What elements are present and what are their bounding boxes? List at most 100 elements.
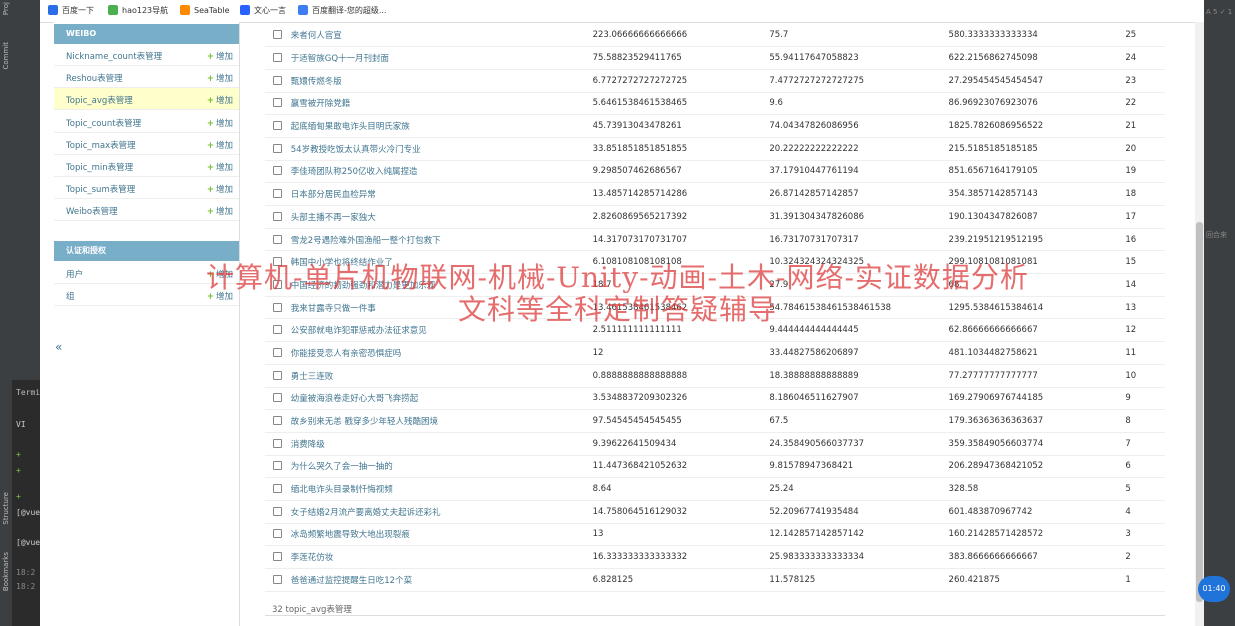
value-cell: 239.21951219512195: [948, 228, 1126, 252]
row-checkbox[interactable]: [273, 166, 283, 176]
row-checkbox[interactable]: [273, 30, 283, 40]
row-title-link[interactable]: 幼童被海浪卷走好心大哥飞奔捞起: [291, 394, 419, 404]
row-checkbox[interactable]: [273, 53, 283, 63]
add-model-link[interactable]: + 增加: [207, 50, 233, 62]
row-checkbox[interactable]: [273, 574, 283, 584]
row-title-link[interactable]: 李佳琦团队称250亿收入纯属捏造: [291, 167, 418, 177]
row-checkbox[interactable]: [273, 506, 283, 516]
row-title-link[interactable]: 冰岛频繁地震导致大地出现裂痕: [291, 530, 410, 540]
value-cell: 45.73913043478261: [592, 114, 770, 138]
structure-tab[interactable]: Structure: [2, 492, 10, 525]
row-title-link[interactable]: 雪龙2号遇险难外国渔船一整个打包救下: [291, 236, 441, 246]
value-cell: 25.24: [769, 477, 949, 501]
recording-timer[interactable]: 01:40: [1198, 576, 1230, 602]
weibo-module-header[interactable]: WEIBO: [54, 24, 239, 44]
row-checkbox[interactable]: [273, 484, 283, 494]
row-title-link[interactable]: 日本部分居民血检异常: [291, 190, 376, 200]
value-cell: 7.4772727272727275: [769, 69, 949, 93]
table-row: 雪龙2号遇险难外国渔船一整个打包救下 14.317073170731707 16.7…: [265, 228, 1165, 252]
paw-icon: [48, 5, 58, 15]
bookmarks-tab[interactable]: Bookmarks: [2, 552, 10, 591]
value-cell: 33.851851851851855: [592, 137, 770, 161]
value-cell: 67.5: [769, 409, 949, 433]
model-link[interactable]: Weibo表管理: [66, 205, 118, 217]
row-checkbox[interactable]: [273, 393, 283, 403]
value-cell: 14.317073170731707: [592, 228, 770, 252]
bookmark-hao123[interactable]: hao123导航: [108, 5, 168, 16]
flame-icon: [180, 5, 190, 15]
row-title-link[interactable]: 故乡别来无恙 戳穿多少年轻人残酷困境: [291, 417, 438, 427]
add-model-link[interactable]: + 增加: [207, 139, 233, 151]
value-cell: 20.22222222222222: [769, 137, 949, 161]
table-row: 54岁教授吃饭太认真带火冷门专业 33.851851851851855 20.222…: [265, 137, 1165, 161]
model-link[interactable]: Topic_count表管理: [66, 117, 141, 129]
plus-icon: +: [206, 207, 214, 218]
add-model-link[interactable]: + 增加: [207, 117, 233, 129]
row-title-link[interactable]: 你能接受恋人有亲密恐惧症吗: [291, 349, 402, 359]
table-row: 日本部分居民血检异常 13.485714285714286 26.871428571…: [265, 182, 1165, 206]
table-row: 来者何人官宣 223.06666666666666 75.7 580.33333333…: [265, 24, 1165, 48]
row-checkbox[interactable]: [273, 75, 283, 85]
add-model-link[interactable]: + 增加: [207, 94, 233, 106]
project-tab[interactable]: Proj: [2, 2, 10, 15]
row-checkbox[interactable]: [273, 529, 283, 539]
model-link[interactable]: Topic_avg表管理: [66, 94, 133, 106]
row-checkbox[interactable]: [273, 461, 283, 471]
add-model-link[interactable]: + 增加: [207, 205, 233, 217]
value-cell: 75.58823529411765: [592, 46, 770, 70]
row-title-link[interactable]: 头部主播不再一家独大: [291, 213, 376, 223]
row-title-link[interactable]: 消费降级: [291, 440, 325, 450]
bookmark-wenxin[interactable]: 文心一言: [240, 5, 286, 16]
row-title-link[interactable]: 李莲花仿妆: [291, 553, 334, 563]
value-cell: 383.8666666666667: [948, 545, 1126, 569]
table-row: 起底缅甸果敢电诈头目明氏家族 45.73913043478261 74.043478…: [265, 114, 1165, 138]
row-select-cell: [265, 69, 291, 93]
model-link[interactable]: Topic_min表管理: [66, 161, 133, 173]
row-checkbox[interactable]: [273, 211, 283, 221]
row-checkbox[interactable]: [273, 234, 283, 244]
model-link[interactable]: Reshou表管理: [66, 72, 123, 84]
add-label: 增加: [215, 140, 233, 151]
row-title-link[interactable]: 勇士三连败: [291, 372, 334, 382]
id-cell: 10: [1125, 364, 1165, 388]
row-checkbox[interactable]: [273, 347, 283, 357]
bookmark-baidu[interactable]: 百度一下: [48, 5, 94, 16]
row-checkbox[interactable]: [273, 438, 283, 448]
value-cell: 74.04347826086956: [769, 114, 949, 138]
row-checkbox[interactable]: [273, 121, 283, 131]
row-title-link[interactable]: 54岁教授吃饭太认真带火冷门专业: [291, 145, 421, 155]
sidebar-model-row: Nickname_count表管理 + 增加: [54, 44, 239, 66]
row-title-link[interactable]: 赢雪被开除党籍: [291, 99, 351, 109]
row-title-link[interactable]: 女子结婚2月流产要离婚丈夫起诉还彩礼: [291, 508, 441, 518]
model-link[interactable]: Nickname_count表管理: [66, 50, 162, 62]
id-cell: 18: [1125, 182, 1165, 206]
add-label: 增加: [215, 163, 233, 173]
row-title-link[interactable]: 缅北电诈头目录制忏悔视频: [291, 485, 393, 495]
model-link[interactable]: Topic_sum表管理: [66, 183, 135, 195]
row-checkbox[interactable]: [273, 370, 283, 380]
commit-tab[interactable]: Commit: [2, 42, 10, 70]
row-title-link[interactable]: 于适智族GQ十一月刊封面: [291, 54, 389, 64]
row-title-link[interactable]: 爸爸通过监控提醒生日吃12个菜: [291, 576, 412, 586]
value-cell: 6.828125: [592, 568, 770, 592]
bookmark-fanyi[interactable]: 百度翻译-您的超级...: [298, 5, 387, 16]
add-model-link[interactable]: + 增加: [207, 183, 233, 195]
row-checkbox[interactable]: [273, 552, 283, 562]
add-model-link[interactable]: + 增加: [207, 161, 233, 173]
model-link[interactable]: Topic_max表管理: [66, 139, 136, 151]
table-row: 勇士三连败 0.8888888888888888 18.38888888888889…: [265, 364, 1165, 388]
row-title-link[interactable]: 为什么哭久了会一抽一抽的: [291, 462, 393, 472]
bookmark-seatable[interactable]: SeaTable: [180, 5, 230, 15]
row-title-link[interactable]: 甄嬛传燃冬版: [291, 77, 342, 87]
value-cell: 1825.7826086956522: [948, 114, 1126, 138]
add-model-link[interactable]: + 增加: [207, 72, 233, 84]
row-checkbox[interactable]: [273, 416, 283, 426]
row-checkbox[interactable]: [273, 189, 283, 199]
row-title-link[interactable]: 起底缅甸果敢电诈头目明氏家族: [291, 122, 410, 132]
id-cell: 24: [1125, 46, 1165, 70]
row-checkbox[interactable]: [273, 98, 283, 108]
collapse-sidebar-button[interactable]: «: [55, 340, 62, 354]
table-row: 于适智族GQ十一月刊封面 75.58823529411765 55.94117647…: [265, 46, 1165, 70]
row-title-link[interactable]: 来者何人官宣: [291, 31, 342, 41]
row-checkbox[interactable]: [273, 143, 283, 153]
